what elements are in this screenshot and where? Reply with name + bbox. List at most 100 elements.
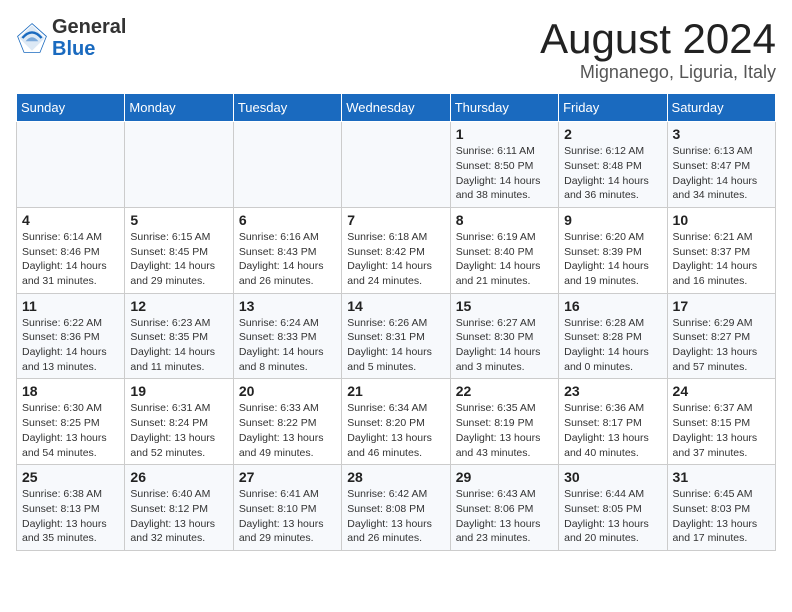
logo-blue: Blue: [52, 38, 95, 60]
day-info: Sunrise: 6:15 AMSunset: 8:45 PMDaylight:…: [130, 230, 227, 289]
day-number: 20: [239, 383, 336, 399]
day-number: 13: [239, 298, 336, 314]
day-number: 26: [130, 469, 227, 485]
day-info: Sunrise: 6:11 AMSunset: 8:50 PMDaylight:…: [456, 144, 553, 203]
day-info: Sunrise: 6:37 AMSunset: 8:15 PMDaylight:…: [673, 401, 770, 460]
calendar-cell: 17 Sunrise: 6:29 AMSunset: 8:27 PMDayligh…: [667, 293, 775, 379]
day-info: Sunrise: 6:40 AMSunset: 8:12 PMDaylight:…: [130, 487, 227, 546]
calendar-week-row: 1 Sunrise: 6:11 AMSunset: 8:50 PMDaylight…: [17, 122, 776, 208]
calendar-cell: [342, 122, 450, 208]
calendar-header-row: SundayMondayTuesdayWednesdayThursdayFrid…: [17, 94, 776, 122]
day-info: Sunrise: 6:21 AMSunset: 8:37 PMDaylight:…: [673, 230, 770, 289]
day-number: 5: [130, 212, 227, 228]
day-number: 27: [239, 469, 336, 485]
calendar-cell: 30Sunrise: 6:44 AMSunset: 8:05 PMDayligh…: [559, 465, 667, 551]
day-info: Sunrise: 6:45 AMSunset: 8:03 PMDaylight:…: [673, 487, 770, 546]
day-header-wednesday: Wednesday: [342, 94, 450, 122]
day-number: 14: [347, 298, 444, 314]
day-number: 1: [456, 126, 553, 142]
calendar-cell: 24 Sunrise: 6:37 AMSunset: 8:15 PMDayligh…: [667, 379, 775, 465]
day-number: 3: [673, 126, 770, 142]
location: Mignanego, Liguria, Italy: [540, 62, 776, 83]
day-info: Sunrise: 6:43 AMSunset: 8:06 PMDaylight:…: [456, 487, 553, 546]
calendar-week-row: 25Sunrise: 6:38 AMSunset: 8:13 PMDayligh…: [17, 465, 776, 551]
day-info: Sunrise: 6:44 AMSunset: 8:05 PMDaylight:…: [564, 487, 661, 546]
day-info: Sunrise: 6:14 AMSunset: 8:46 PMDaylight:…: [22, 230, 119, 289]
day-number: 15: [456, 298, 553, 314]
calendar-cell: 18Sunrise: 6:30 AMSunset: 8:25 PMDayligh…: [17, 379, 125, 465]
day-number: 21: [347, 383, 444, 399]
day-header-saturday: Saturday: [667, 94, 775, 122]
day-info: Sunrise: 6:29 AMSunset: 8:27 PMDaylight:…: [673, 316, 770, 375]
day-number: 4: [22, 212, 119, 228]
day-header-friday: Friday: [559, 94, 667, 122]
calendar-cell: 26 Sunrise: 6:40 AMSunset: 8:12 PMDayligh…: [125, 465, 233, 551]
logo-text: General Blue: [52, 16, 126, 60]
calendar-table: SundayMondayTuesdayWednesdayThursdayFrid…: [16, 93, 776, 551]
calendar-cell: 6 Sunrise: 6:16 AMSunset: 8:43 PMDaylight…: [233, 207, 341, 293]
day-info: Sunrise: 6:26 AMSunset: 8:31 PMDaylight:…: [347, 316, 444, 375]
calendar-cell: 22 Sunrise: 6:35 AMSunset: 8:19 PMDayligh…: [450, 379, 558, 465]
calendar-week-row: 4 Sunrise: 6:14 AMSunset: 8:46 PMDaylight…: [17, 207, 776, 293]
calendar-cell: 16Sunrise: 6:28 AMSunset: 8:28 PMDayligh…: [559, 293, 667, 379]
calendar-cell: 4 Sunrise: 6:14 AMSunset: 8:46 PMDaylight…: [17, 207, 125, 293]
day-info: Sunrise: 6:22 AMSunset: 8:36 PMDaylight:…: [22, 316, 119, 375]
day-number: 10: [673, 212, 770, 228]
calendar-cell: 12 Sunrise: 6:23 AMSunset: 8:35 PMDayligh…: [125, 293, 233, 379]
day-number: 2: [564, 126, 661, 142]
day-number: 23: [564, 383, 661, 399]
day-info: Sunrise: 6:18 AMSunset: 8:42 PMDaylight:…: [347, 230, 444, 289]
logo: General Blue: [16, 16, 126, 60]
calendar-cell: 2Sunrise: 6:12 AMSunset: 8:48 PMDaylight…: [559, 122, 667, 208]
calendar-cell: 23 Sunrise: 6:36 AMSunset: 8:17 PMDayligh…: [559, 379, 667, 465]
day-info: Sunrise: 6:35 AMSunset: 8:19 PMDaylight:…: [456, 401, 553, 460]
day-number: 28: [347, 469, 444, 485]
day-number: 24: [673, 383, 770, 399]
day-info: Sunrise: 6:36 AMSunset: 8:17 PMDaylight:…: [564, 401, 661, 460]
calendar-cell: 11 Sunrise: 6:22 AMSunset: 8:36 PMDayligh…: [17, 293, 125, 379]
day-number: 19: [130, 383, 227, 399]
day-header-sunday: Sunday: [17, 94, 125, 122]
calendar-week-row: 18Sunrise: 6:30 AMSunset: 8:25 PMDayligh…: [17, 379, 776, 465]
day-header-thursday: Thursday: [450, 94, 558, 122]
day-number: 7: [347, 212, 444, 228]
day-number: 11: [22, 298, 119, 314]
calendar-cell: 21 Sunrise: 6:34 AMSunset: 8:20 PMDayligh…: [342, 379, 450, 465]
calendar-cell: 14 Sunrise: 6:26 AMSunset: 8:31 PMDayligh…: [342, 293, 450, 379]
calendar-cell: 10 Sunrise: 6:21 AMSunset: 8:37 PMDayligh…: [667, 207, 775, 293]
calendar-cell: [125, 122, 233, 208]
calendar-cell: 20 Sunrise: 6:33 AMSunset: 8:22 PMDayligh…: [233, 379, 341, 465]
calendar-cell: 7 Sunrise: 6:18 AMSunset: 8:42 PMDaylight…: [342, 207, 450, 293]
day-number: 12: [130, 298, 227, 314]
day-number: 16: [564, 298, 661, 314]
day-info: Sunrise: 6:27 AMSunset: 8:30 PMDaylight:…: [456, 316, 553, 375]
day-info: Sunrise: 6:38 AMSunset: 8:13 PMDaylight:…: [22, 487, 119, 546]
day-info: Sunrise: 6:16 AMSunset: 8:43 PMDaylight:…: [239, 230, 336, 289]
day-info: Sunrise: 6:24 AMSunset: 8:33 PMDaylight:…: [239, 316, 336, 375]
calendar-cell: 28Sunrise: 6:42 AMSunset: 8:08 PMDayligh…: [342, 465, 450, 551]
day-info: Sunrise: 6:23 AMSunset: 8:35 PMDaylight:…: [130, 316, 227, 375]
calendar-cell: 8 Sunrise: 6:19 AMSunset: 8:40 PMDaylight…: [450, 207, 558, 293]
day-info: Sunrise: 6:19 AMSunset: 8:40 PMDaylight:…: [456, 230, 553, 289]
page-header: General Blue August 2024 Mignanego, Ligu…: [16, 16, 776, 83]
day-header-monday: Monday: [125, 94, 233, 122]
calendar-cell: 29 Sunrise: 6:43 AMSunset: 8:06 PMDayligh…: [450, 465, 558, 551]
logo-icon: [16, 22, 48, 54]
day-number: 8: [456, 212, 553, 228]
day-info: Sunrise: 6:34 AMSunset: 8:20 PMDaylight:…: [347, 401, 444, 460]
calendar-cell: 5 Sunrise: 6:15 AMSunset: 8:45 PMDaylight…: [125, 207, 233, 293]
day-number: 6: [239, 212, 336, 228]
calendar-cell: 25Sunrise: 6:38 AMSunset: 8:13 PMDayligh…: [17, 465, 125, 551]
day-info: Sunrise: 6:31 AMSunset: 8:24 PMDaylight:…: [130, 401, 227, 460]
calendar-cell: 9Sunrise: 6:20 AMSunset: 8:39 PMDaylight…: [559, 207, 667, 293]
calendar-cell: 1 Sunrise: 6:11 AMSunset: 8:50 PMDaylight…: [450, 122, 558, 208]
calendar-week-row: 11 Sunrise: 6:22 AMSunset: 8:36 PMDayligh…: [17, 293, 776, 379]
title-area: August 2024 Mignanego, Liguria, Italy: [540, 16, 776, 83]
calendar-cell: 3Sunrise: 6:13 AMSunset: 8:47 PMDaylight…: [667, 122, 775, 208]
calendar-cell: [17, 122, 125, 208]
day-number: 17: [673, 298, 770, 314]
day-number: 29: [456, 469, 553, 485]
day-number: 22: [456, 383, 553, 399]
day-number: 18: [22, 383, 119, 399]
day-info: Sunrise: 6:33 AMSunset: 8:22 PMDaylight:…: [239, 401, 336, 460]
